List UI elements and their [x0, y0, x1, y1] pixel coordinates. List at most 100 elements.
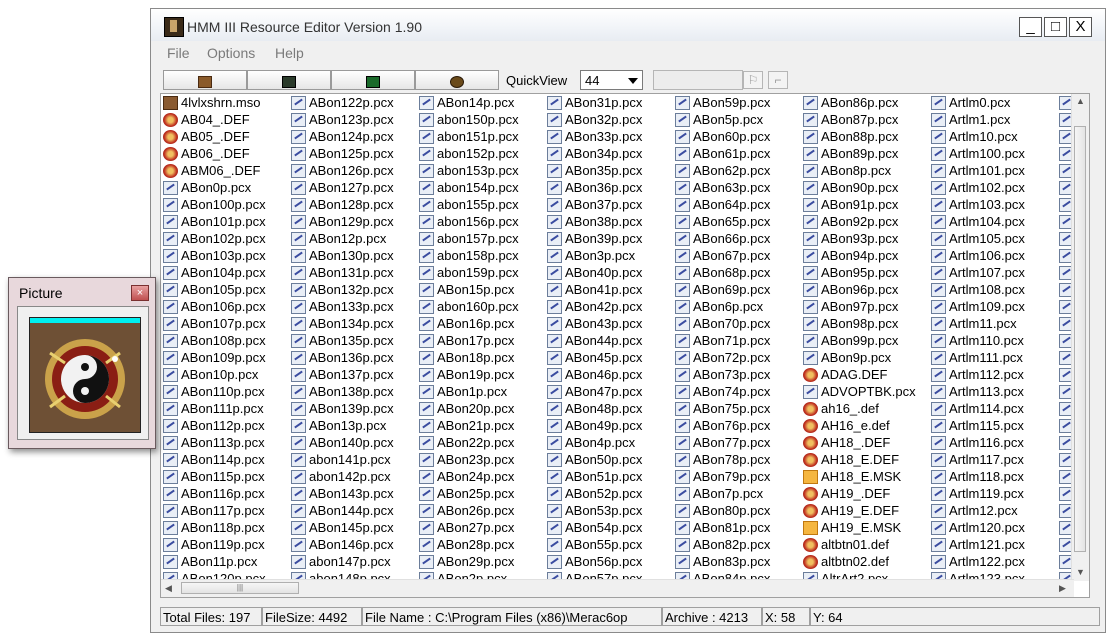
file-list-item[interactable]: ABon143p.pcx [289, 485, 417, 502]
file-list-item[interactable]: AH18_E.DEF [801, 451, 929, 468]
file-list-item[interactable]: ABon14p.pcx [417, 94, 545, 111]
file-list-item[interactable]: ABon131p.pcx [289, 264, 417, 281]
file-list-item[interactable]: ABon18p.pcx [417, 349, 545, 366]
file-list-item[interactable]: Artlm118.pcx [929, 468, 1057, 485]
file-list-item[interactable]: ABon146p.pcx [289, 536, 417, 553]
file-list-item[interactable]: ABon106p.pcx [161, 298, 289, 315]
file-list-item[interactable]: ABon83p.pcx [673, 553, 801, 570]
file-list-item[interactable]: ABon109p.pcx [161, 349, 289, 366]
scroll-right-icon[interactable]: ▶ [1059, 583, 1066, 594]
file-list-item[interactable]: ADAG.DEF [801, 366, 929, 383]
file-list-item[interactable]: ABon63p.pcx [673, 179, 801, 196]
file-list-item[interactable]: ABon91p.pcx [801, 196, 929, 213]
file-list-item[interactable]: ABon43p.pcx [545, 315, 673, 332]
file-list-item[interactable]: abon158p.pcx [417, 247, 545, 264]
file-list-item[interactable]: ABon135p.pcx [289, 332, 417, 349]
file-list-item[interactable]: ABon41p.pcx [545, 281, 673, 298]
save-button[interactable] [247, 70, 331, 90]
file-list-item[interactable]: ABon20p.pcx [417, 400, 545, 417]
file-list-item[interactable]: ABon111p.pcx [161, 400, 289, 417]
file-list-item[interactable]: AH19_.DEF [801, 485, 929, 502]
file-list-item[interactable]: ABon35p.pcx [545, 162, 673, 179]
file-list-item[interactable]: ABon110p.pcx [161, 383, 289, 400]
menu-options[interactable]: Options [207, 45, 255, 61]
dropdown-arrow-icon[interactable] [628, 78, 638, 84]
file-list-item[interactable]: altbtn02.def [801, 553, 929, 570]
file-list-item[interactable]: ABon117p.pcx [161, 502, 289, 519]
file-list-item[interactable]: ABon25p.pcx [417, 485, 545, 502]
quickview-select[interactable]: 44 [580, 70, 643, 90]
file-list-item[interactable]: Artlm115.pcx [929, 417, 1057, 434]
file-list-item[interactable]: ABon56p.pcx [545, 553, 673, 570]
file-list-item[interactable]: AH18_E.MSK [801, 468, 929, 485]
file-list-item[interactable]: ABon70p.pcx [673, 315, 801, 332]
horizontal-scrollbar[interactable]: ◀ ||| ▶ [161, 579, 1074, 597]
file-list-item[interactable]: Artlm105.pcx [929, 230, 1057, 247]
file-list-item[interactable]: ABon87p.pcx [801, 111, 929, 128]
file-list-item[interactable]: ABon1p.pcx [417, 383, 545, 400]
file-list-item[interactable]: Artlm106.pcx [929, 247, 1057, 264]
file-list-item[interactable]: ABon65p.pcx [673, 213, 801, 230]
file-list-item[interactable]: ABon47p.pcx [545, 383, 673, 400]
open-archive-button[interactable] [163, 70, 247, 90]
extract-button[interactable] [415, 70, 499, 90]
file-list-item[interactable]: ABon59p.pcx [673, 94, 801, 111]
vertical-scrollbar[interactable]: ▲ ▼ [1071, 94, 1089, 581]
file-list-item[interactable]: Artlm0.pcx [929, 94, 1057, 111]
file-list-item[interactable]: ABon122p.pcx [289, 94, 417, 111]
file-list-item[interactable]: Artlm10.pcx [929, 128, 1057, 145]
file-list-item[interactable]: ABon115p.pcx [161, 468, 289, 485]
file-list-item[interactable]: ABon100p.pcx [161, 196, 289, 213]
file-list-item[interactable]: AB05_.DEF [161, 128, 289, 145]
file-list-item[interactable]: 4lvlxshrn.mso [161, 94, 289, 111]
file-list-item[interactable]: Artlm100.pcx [929, 145, 1057, 162]
file-list-item[interactable]: ABon46p.pcx [545, 366, 673, 383]
file-list-item[interactable]: ABon28p.pcx [417, 536, 545, 553]
file-list-item[interactable]: ABon8p.pcx [801, 162, 929, 179]
file-list-item[interactable]: ah16_.def [801, 400, 929, 417]
file-list-item[interactable]: ABon0p.pcx [161, 179, 289, 196]
file-list-item[interactable]: ABon102p.pcx [161, 230, 289, 247]
file-list-item[interactable]: ABM06_.DEF [161, 162, 289, 179]
file-list-item[interactable]: ABon113p.pcx [161, 434, 289, 451]
file-list-item[interactable]: ABon112p.pcx [161, 417, 289, 434]
file-list-item[interactable]: ABon36p.pcx [545, 179, 673, 196]
file-list-item[interactable]: ABon89p.pcx [801, 145, 929, 162]
file-list-item[interactable]: ABon19p.pcx [417, 366, 545, 383]
file-list-item[interactable]: ABon7p.pcx [673, 485, 801, 502]
file-list-item[interactable]: ABon66p.pcx [673, 230, 801, 247]
scroll-up-icon[interactable]: ▲ [1076, 96, 1085, 106]
file-list-item[interactable]: ABon34p.pcx [545, 145, 673, 162]
file-list-item[interactable]: ABon23p.pcx [417, 451, 545, 468]
file-list-item[interactable]: abon160p.pcx [417, 298, 545, 315]
file-list-item[interactable]: ABon86p.pcx [801, 94, 929, 111]
file-list-item[interactable]: ABon129p.pcx [289, 213, 417, 230]
picture-window[interactable]: Picture × [8, 277, 156, 449]
file-list-item[interactable]: ABon38p.pcx [545, 213, 673, 230]
file-list-item[interactable]: abon152p.pcx [417, 145, 545, 162]
flag-button[interactable]: ⚐ [743, 71, 763, 89]
file-list-item[interactable]: ABon26p.pcx [417, 502, 545, 519]
file-list-item[interactable]: ABon76p.pcx [673, 417, 801, 434]
frame-button[interactable]: ⌐ [768, 71, 788, 89]
file-list-item[interactable]: ABon10p.pcx [161, 366, 289, 383]
save-as-button[interactable] [331, 70, 415, 90]
file-list-item[interactable]: Artlm11.pcx [929, 315, 1057, 332]
file-list-item[interactable]: Artlm114.pcx [929, 400, 1057, 417]
file-list-item[interactable]: ABon99p.pcx [801, 332, 929, 349]
file-list-item[interactable]: ABon53p.pcx [545, 502, 673, 519]
file-list-item[interactable]: Artlm121.pcx [929, 536, 1057, 553]
file-list-item[interactable]: Artlm101.pcx [929, 162, 1057, 179]
file-list-item[interactable]: abon159p.pcx [417, 264, 545, 281]
file-list-item[interactable]: ABon133p.pcx [289, 298, 417, 315]
file-list-item[interactable]: Artlm117.pcx [929, 451, 1057, 468]
file-list-item[interactable]: Artlm110.pcx [929, 332, 1057, 349]
file-list-item[interactable]: abon150p.pcx [417, 111, 545, 128]
file-list-item[interactable]: ABon17p.pcx [417, 332, 545, 349]
file-list-item[interactable]: ABon94p.pcx [801, 247, 929, 264]
file-list-item[interactable]: ABon139p.pcx [289, 400, 417, 417]
file-list-item[interactable]: ABon68p.pcx [673, 264, 801, 281]
scroll-down-icon[interactable]: ▼ [1076, 567, 1085, 577]
file-list-item[interactable]: ABon37p.pcx [545, 196, 673, 213]
file-list-item[interactable]: ABon60p.pcx [673, 128, 801, 145]
